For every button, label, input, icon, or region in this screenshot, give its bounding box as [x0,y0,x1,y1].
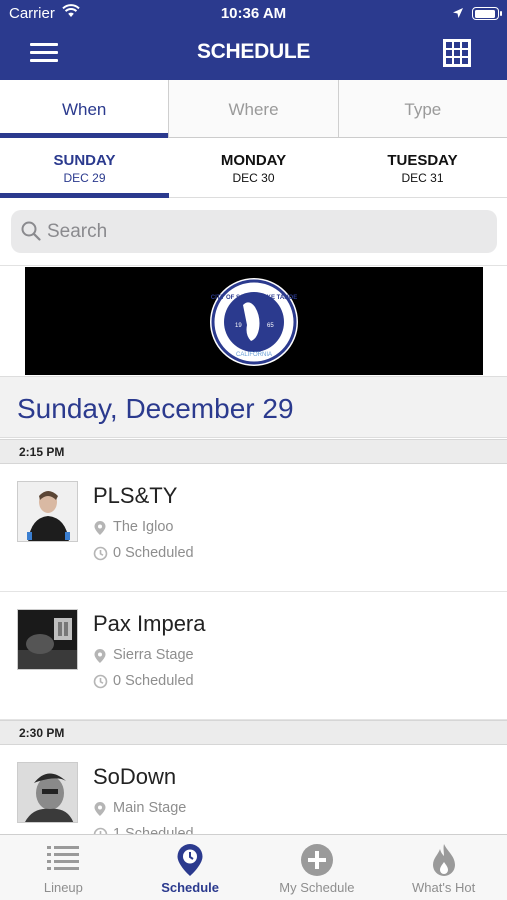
list-icon [47,843,80,878]
tab-my-schedule[interactable]: My Schedule [254,835,381,900]
tab-type-label: Type [404,100,442,119]
artist-name: SoDown [93,764,177,789]
scheduled-label: 0 Scheduled [113,673,194,689]
tab-schedule[interactable]: Schedule [127,835,254,900]
bottom-tab-bar: Lineup Schedule My Schedule What's Hot [0,834,507,900]
day-tab-tuesday[interactable]: TUESDAY DEC 31 [338,138,507,197]
artist-thumbnail [17,762,78,823]
status-bar: Carrier 10:36 AM [0,0,507,28]
tab-type[interactable]: Type [338,80,507,137]
tab-label: What's Hot [412,880,476,895]
battery-icon [472,7,502,20]
flame-icon [431,843,457,882]
day-selector: SUNDAY DEC 29 MONDAY DEC 30 TUESDAY DEC … [0,138,507,198]
location-arrow-icon [452,6,464,23]
tab-label: My Schedule [279,880,355,895]
svg-text:65: 65 [267,323,274,329]
location-pin-icon [94,802,106,816]
sponsor-banner[interactable]: CITY OF SOUTH LAKE TAHOE CALIFORNIA 19 6… [25,267,483,375]
tab-when-label: When [61,100,107,119]
tab-where[interactable]: Where [169,80,339,137]
time-header: 2:15 PM [0,439,507,464]
location-pin-icon [94,649,106,663]
tab-lineup[interactable]: Lineup [0,835,127,900]
tab-where-label: Where [228,100,279,119]
venue-label: The Igloo [113,519,174,535]
time-header-label: 2:30 PM [19,726,65,740]
city-seal-logo: CITY OF SOUTH LAKE TAHOE CALIFORNIA 19 6… [210,278,298,366]
tab-label: Schedule [161,880,220,895]
day-date: DEC 31 [401,171,444,185]
tab-label: Lineup [43,880,83,895]
nav-bar: SCHEDULE [0,28,507,80]
event-row[interactable]: Pax Impera Sierra Stage 0 Scheduled [0,592,507,720]
time-header: 2:30 PM [0,720,507,745]
day-name: TUESDAY [387,152,458,169]
location-pin-icon [176,843,204,882]
venue-label: Main Stage [113,800,187,816]
svg-text:CITY OF SOUTH LAKE TAHOE: CITY OF SOUTH LAKE TAHOE [211,295,297,301]
artist-thumbnail [17,609,78,670]
filter-tabs: When Where Type [0,80,507,138]
day-tab-sunday[interactable]: SUNDAY DEC 29 [0,138,169,198]
battery-fill [474,9,495,18]
artist-thumbnail [17,481,78,542]
artist-name: Pax Impera [93,611,206,636]
venue-label: Sierra Stage [113,647,194,663]
search-icon [21,221,41,246]
search-section [0,198,507,266]
page-title: SCHEDULE [196,40,311,63]
day-tab-monday[interactable]: MONDAY DEC 30 [169,138,338,197]
status-time: 10:36 AM [220,5,287,22]
day-date: DEC 30 [232,171,275,185]
time-header-label: 2:15 PM [19,445,65,459]
scheduled-label: 0 Scheduled [113,545,194,561]
day-heading-text: Sunday, December 29 [17,393,294,424]
search-bar[interactable] [11,210,497,253]
clock-icon [93,674,108,689]
day-name: SUNDAY [53,152,116,169]
plus-circle-icon [300,843,334,882]
grid-view-icon[interactable] [443,39,471,67]
search-input[interactable] [47,218,477,245]
day-name: MONDAY [220,152,287,169]
tab-whats-hot[interactable]: What's Hot [380,835,507,900]
svg-text:19: 19 [235,323,242,329]
clock-icon [93,546,108,561]
day-date: DEC 29 [63,171,106,185]
artist-name: PLS&TY [93,483,178,508]
svg-text:CALIFORNIA: CALIFORNIA [236,352,272,358]
tab-when[interactable]: When [0,80,170,138]
event-row[interactable]: PLS&TY The Igloo 0 Scheduled [0,464,507,592]
day-heading: Sunday, December 29 [0,376,507,438]
location-pin-icon [94,521,106,535]
